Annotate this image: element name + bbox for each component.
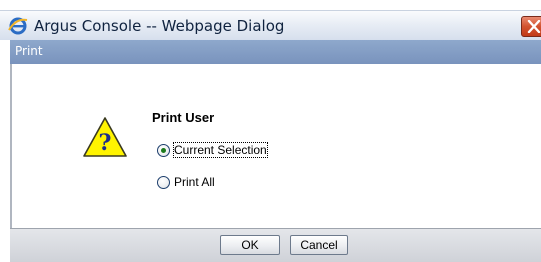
window-title: Argus Console -- Webpage Dialog — [34, 17, 285, 35]
dialog-header: Print — [10, 40, 541, 64]
close-button[interactable] — [521, 16, 541, 37]
print-user-title: Print User — [152, 110, 215, 125]
option-print-all[interactable]: Print All — [157, 173, 215, 191]
option-current-selection[interactable]: Current Selection — [157, 141, 268, 159]
close-icon — [527, 20, 541, 33]
print-all-radio[interactable] — [157, 175, 170, 189]
print-all-label[interactable]: Print All — [174, 175, 215, 189]
warning-question-icon: ? — [82, 116, 128, 158]
ie-icon — [8, 16, 28, 36]
dialog-window: Argus Console -- Webpage Dialog Print ? … — [0, 0, 541, 262]
svg-text:?: ? — [99, 130, 112, 156]
cancel-button[interactable]: Cancel — [290, 235, 348, 255]
ok-button[interactable]: OK — [220, 235, 280, 255]
dialog-header-label: Print — [15, 44, 43, 58]
button-bar: OK Cancel — [10, 228, 541, 262]
current-selection-radio[interactable] — [157, 143, 170, 157]
title-bar[interactable]: Argus Console -- Webpage Dialog — [0, 10, 541, 40]
current-selection-label[interactable]: Current Selection — [173, 142, 268, 158]
